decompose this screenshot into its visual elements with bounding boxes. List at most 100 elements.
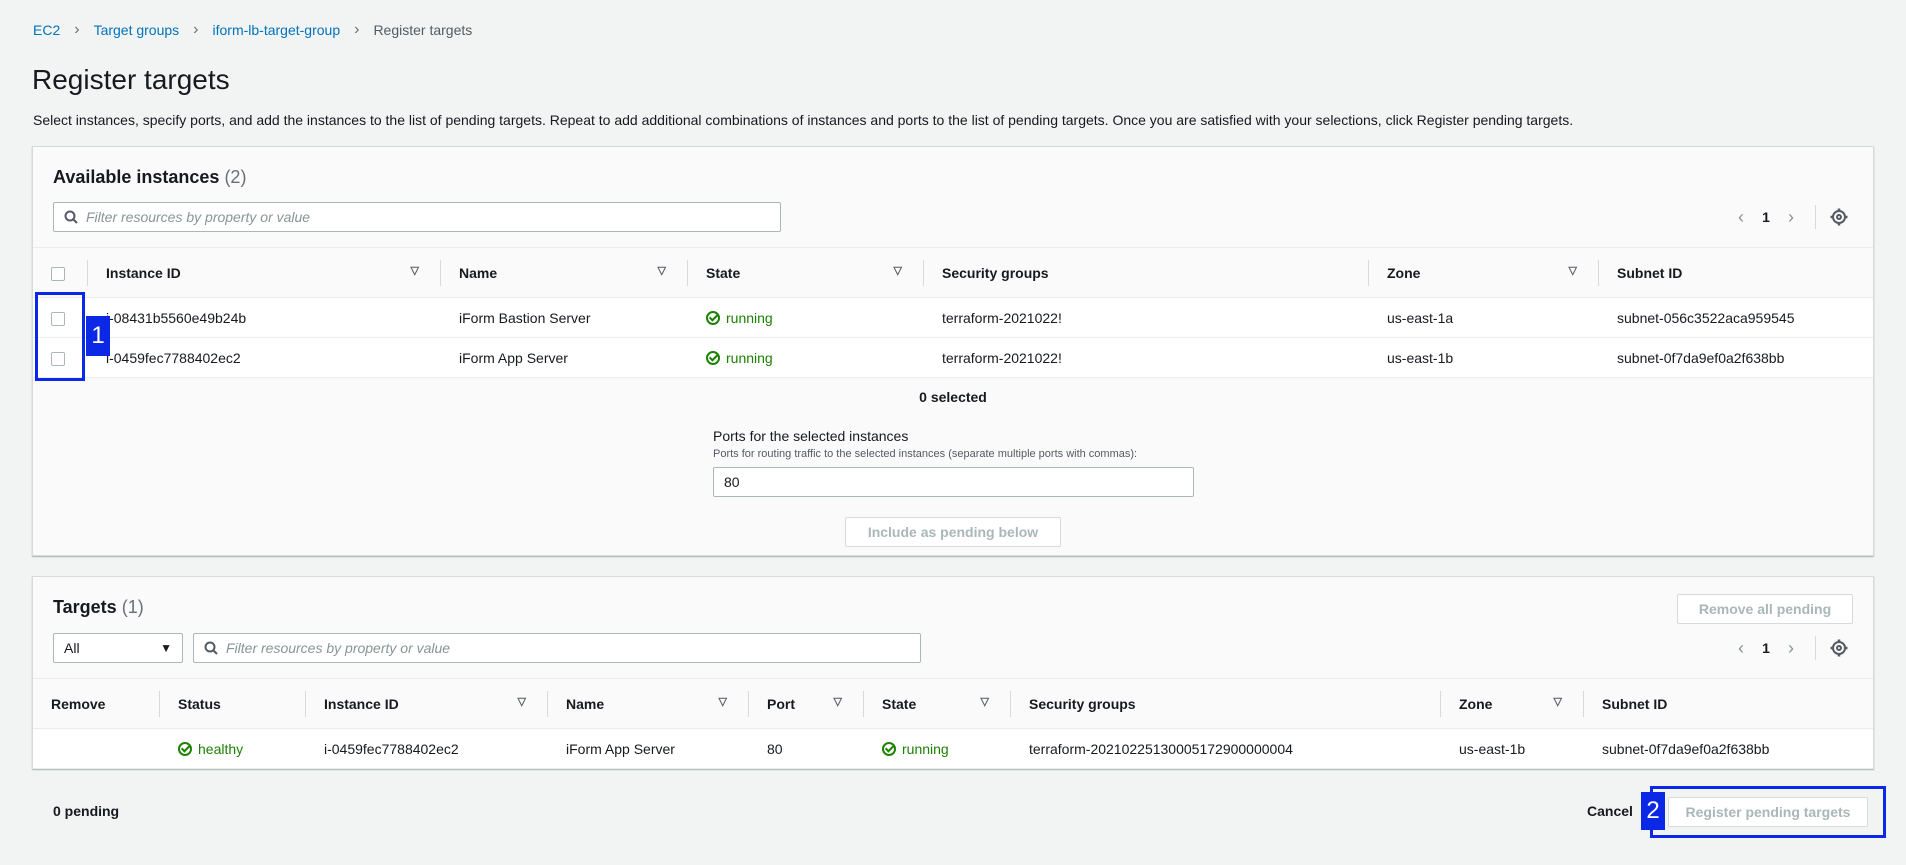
breadcrumb-target-groups[interactable]: Target groups (94, 22, 180, 38)
ports-input[interactable] (713, 467, 1194, 497)
sort-icon: ▽ (410, 265, 419, 277)
col-state[interactable]: State ▽ (688, 247, 924, 298)
breadcrumb-current: Register targets (373, 22, 473, 38)
sort-icon: ▽ (980, 696, 989, 708)
instance-state: running (688, 337, 924, 378)
instance-id: i-0459fec7788402ec2 (88, 337, 441, 378)
targets-header: Targets (1) (53, 597, 144, 618)
col-instance-id[interactable]: Instance ID ▽ (306, 678, 548, 729)
available-search[interactable] (53, 202, 781, 232)
target-status: healthy (160, 728, 306, 769)
instance-name: iForm App Server (441, 337, 688, 378)
col-name[interactable]: Name ▽ (548, 678, 749, 729)
available-instances-title: Available instances (53, 167, 220, 187)
annotation-box-1 (35, 292, 85, 381)
instance-state: running (864, 728, 1011, 769)
targets-count: (1) (121, 597, 144, 617)
security-groups: terraform-20210225130005172900000004 (1011, 728, 1441, 769)
zone: us-east-1b (1441, 728, 1584, 769)
include-as-pending-button[interactable]: Include as pending below (845, 517, 1061, 547)
search-icon (64, 210, 78, 224)
security-groups: terraform-2021022! (924, 337, 1369, 378)
targets-filter-select[interactable]: All ▼ (53, 633, 183, 663)
col-state[interactable]: State ▽ (864, 678, 1011, 729)
chevron-right-icon: › (354, 21, 360, 38)
targets-panel: Targets (1) Remove all pending All ▼ ‹ 1… (32, 576, 1874, 769)
ports-label: Ports for the selected instances (713, 428, 909, 444)
subnet-id: subnet-0f7da9ef0a2f638bb (1599, 337, 1873, 378)
targets-search[interactable] (193, 633, 921, 663)
chevron-right-icon[interactable]: › (1781, 207, 1801, 228)
available-instances-header: Available instances (2) (53, 167, 246, 188)
security-groups: terraform-2021022! (924, 297, 1369, 338)
col-name[interactable]: Name ▽ (441, 247, 688, 298)
col-remove: Remove (33, 678, 160, 729)
gear-icon[interactable] (1830, 639, 1848, 657)
remove-cell (33, 728, 160, 769)
search-icon (204, 641, 218, 655)
instance-id: i-0459fec7788402ec2 (306, 728, 548, 769)
table-row[interactable]: healthy i-0459fec7788402ec2 iForm App Se… (33, 728, 1873, 769)
available-instances-count: (2) (224, 167, 247, 187)
subnet-id: subnet-056c3522aca959545 (1599, 297, 1873, 338)
instance-name: iForm App Server (548, 728, 749, 769)
available-instances-panel: Available instances (2) ‹ 1 › Instance I… (32, 146, 1874, 556)
col-instance-id[interactable]: Instance ID ▽ (88, 247, 441, 298)
zone: us-east-1b (1369, 337, 1599, 378)
sort-icon: ▽ (517, 696, 526, 708)
chevron-left-icon[interactable]: ‹ (1731, 207, 1751, 228)
sort-icon: ▽ (833, 696, 842, 708)
remove-all-pending-button[interactable]: Remove all pending (1677, 594, 1853, 624)
annotation-label-2: 2 (1641, 792, 1665, 830)
gear-icon[interactable] (1830, 208, 1848, 226)
sort-icon: ▽ (718, 696, 727, 708)
select-all-checkbox[interactable] (51, 266, 65, 281)
chevron-left-icon[interactable]: ‹ (1731, 638, 1751, 659)
targets-title: Targets (53, 597, 117, 617)
subnet-id: subnet-0f7da9ef0a2f638bb (1584, 728, 1873, 769)
page-number[interactable]: 1 (1751, 640, 1781, 656)
col-subnet-id[interactable]: Subnet ID (1599, 247, 1873, 298)
sort-icon: ▽ (893, 265, 902, 277)
instance-name: iForm Bastion Server (441, 297, 688, 338)
pager-divider (1815, 205, 1816, 229)
instance-state: running (688, 297, 924, 338)
col-subnet-id[interactable]: Subnet ID (1584, 678, 1873, 729)
zone: us-east-1a (1369, 297, 1599, 338)
page-number[interactable]: 1 (1751, 209, 1781, 225)
chevron-right-icon: › (193, 21, 199, 38)
check-circle-icon (706, 310, 720, 325)
cancel-button[interactable]: Cancel (1587, 803, 1633, 819)
select-all-header (33, 247, 88, 298)
col-security-groups[interactable]: Security groups (1011, 678, 1441, 729)
available-pagination: ‹ 1 › (1731, 205, 1848, 229)
check-circle-icon (882, 741, 896, 756)
sort-icon: ▽ (1568, 265, 1577, 277)
page-description: Select instances, specify ports, and add… (33, 112, 1574, 128)
filter-select-value: All (64, 640, 80, 656)
col-security-groups[interactable]: Security groups (924, 247, 1369, 298)
target-port: 80 (749, 728, 864, 769)
sort-icon: ▽ (657, 265, 666, 277)
instance-id: i-08431b5560e49b24b (88, 297, 441, 338)
col-zone[interactable]: Zone ▽ (1441, 678, 1584, 729)
annotation-label-1: 1 (86, 316, 110, 356)
col-status[interactable]: Status (160, 678, 306, 729)
breadcrumb: EC2 › Target groups › iform-lb-target-gr… (33, 21, 472, 39)
table-row[interactable]: i-0459fec7788402ec2 iForm App Server run… (33, 337, 1873, 378)
col-zone[interactable]: Zone ▽ (1369, 247, 1599, 298)
annotation-box-2 (1650, 786, 1886, 838)
col-port[interactable]: Port ▽ (749, 678, 864, 729)
check-circle-icon (706, 350, 720, 365)
targets-search-input[interactable] (226, 640, 871, 656)
caret-down-icon: ▼ (160, 641, 172, 655)
chevron-right-icon[interactable]: › (1781, 638, 1801, 659)
targets-table: Remove Status Instance ID ▽ Name ▽ Port ▽ S… (33, 678, 1873, 769)
breadcrumb-ec2[interactable]: EC2 (33, 22, 60, 38)
table-row[interactable]: i-08431b5560e49b24b iForm Bastion Server… (33, 297, 1873, 338)
available-search-input[interactable] (86, 209, 731, 225)
page-title: Register targets (32, 64, 230, 95)
breadcrumb-target-group[interactable]: iform-lb-target-group (213, 22, 341, 38)
targets-pagination: ‹ 1 › (1731, 636, 1848, 660)
sort-icon: ▽ (1553, 696, 1562, 708)
